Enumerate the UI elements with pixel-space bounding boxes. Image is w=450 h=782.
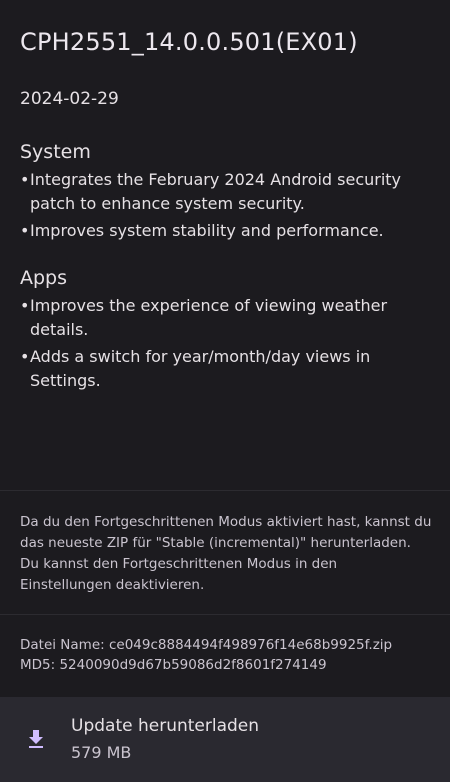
list-item-text: Adds a switch for year/month/day views i… [30,347,371,390]
file-md5: MD5: 5240090d9d67b59086d2f8601f274149 [20,657,327,673]
download-icon [24,727,48,751]
list-item-text: Improves system stability and performanc… [30,221,384,240]
list-item-text: Integrates the February 2024 Android sec… [30,170,402,213]
bullet-symbol: • [20,296,30,315]
changelog-content: CPH2551_14.0.0.501(EX01) 2024-02-29 Syst… [0,0,450,490]
list-item: • Improves the experience of viewing wea… [20,294,430,342]
update-date: 2024-02-29 [20,89,119,109]
file-name: Datei Name: ce049c8884494f498976f14e68b9… [20,637,393,653]
list-item: • Adds a switch for year/month/day views… [20,345,430,393]
section-system: System • Integrates the February 2024 An… [20,140,430,246]
section-heading: System [20,141,91,163]
list-item: • Integrates the February 2024 Android s… [20,168,430,216]
divider [0,614,450,615]
advanced-mode-notice: Da du den Fortgeschrittenen Modus aktivi… [20,514,432,593]
bullet-symbol: • [20,170,30,189]
section-heading: Apps [20,267,68,289]
bullet-symbol: • [20,347,30,366]
divider [0,490,450,491]
list-item-text: Improves the experience of viewing weath… [30,296,388,339]
list-item: • Improves system stability and performa… [20,219,430,243]
download-size: 579 MB [71,743,132,762]
section-apps: Apps • Improves the experience of viewin… [20,266,430,396]
download-label: Update herunterladen [71,716,260,736]
download-update-button[interactable]: Update herunterladen 579 MB [0,697,450,782]
file-info: Datei Name: ce049c8884494f498976f14e68b9… [20,635,440,675]
bullet-symbol: • [20,221,30,240]
update-title: CPH2551_14.0.0.501(EX01) [20,28,358,56]
